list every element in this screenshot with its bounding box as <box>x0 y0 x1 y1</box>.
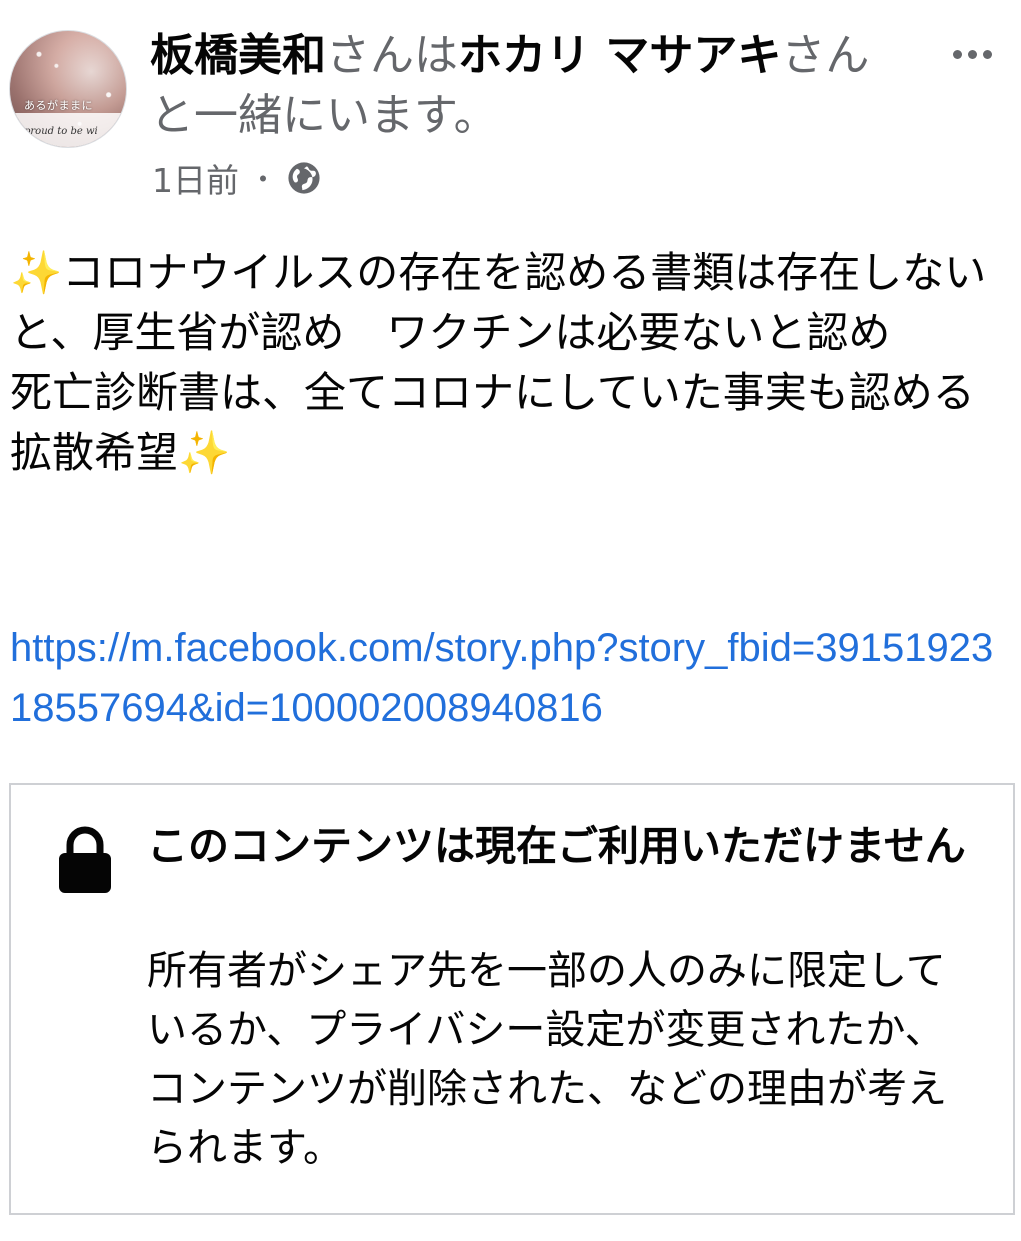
unavailable-card-description: 所有者がシェア先を一部の人のみに限定しているか、プライバシー設定が変更されたか、… <box>147 948 947 1171</box>
more-options-button[interactable] <box>940 36 1004 72</box>
post-meta: 1日前 ・ <box>152 156 321 200</box>
avatar-caption-bottom: proud to be wi <box>24 126 98 137</box>
avatar[interactable]: あるがままに proud to be wi <box>9 30 127 148</box>
globe-icon[interactable] <box>287 161 321 195</box>
author-name-link[interactable]: 板橋美和 <box>150 30 326 81</box>
tagged-user-link[interactable]: ホカリ マサアキ <box>458 30 781 81</box>
meta-separator: ・ <box>249 163 278 196</box>
lock-icon <box>59 826 111 893</box>
more-horizontal-icon-dot <box>967 49 977 59</box>
post-timestamp-link[interactable]: 1日前 <box>152 154 239 202</box>
more-horizontal-icon-dot <box>982 49 992 59</box>
post-body-text: ✨コロナウイルスの存在を認める書類は存在しないと、厚生省が認め ワクチンは必要な… <box>10 248 987 477</box>
post-header: あるがままに proud to be wi 板橋美和さんはホカリ マサアキさんと… <box>0 0 1021 215</box>
unavailable-card-title: このコンテンツは現在ご利用いただけません <box>147 822 966 870</box>
post-header-title: 板橋美和さんはホカリ マサアキさんと一緒にいます。 <box>150 26 910 146</box>
header-connector-1: さんは <box>326 30 458 81</box>
avatar-caption-top: あるがままに <box>24 99 93 112</box>
more-horizontal-icon <box>952 49 962 59</box>
unavailable-content-card[interactable]: このコンテンツは現在ご利用いただけません 所有者がシェア先を一部の人のみに限定し… <box>9 783 1015 1215</box>
post-link[interactable]: https://m.facebook.com/story.php?story_f… <box>10 618 1015 738</box>
